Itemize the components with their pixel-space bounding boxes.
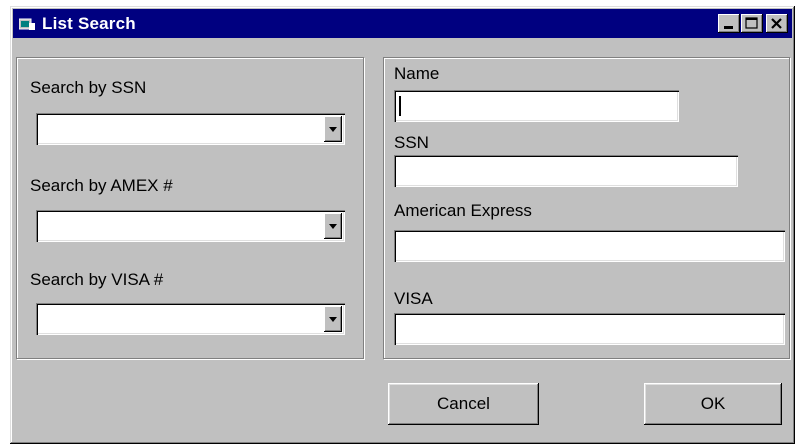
maximize-icon [745,17,758,29]
visa-field[interactable] [394,313,785,345]
window-title: List Search [42,13,136,33]
amex-field[interactable] [394,230,785,262]
visa-label: VISA [394,289,433,308]
chevron-down-icon[interactable] [324,213,342,239]
search-ssn-label: Search by SSN [30,78,147,97]
minimize-button[interactable] [718,14,740,33]
minimize-icon [724,26,733,29]
search-visa-label: Search by VISA # [30,270,164,289]
search-amex-label: Search by AMEX # [30,176,173,195]
maximize-button[interactable] [741,14,763,33]
search-amex-combo[interactable] [36,210,345,242]
app-icon [18,17,37,31]
close-button[interactable] [766,14,788,33]
cancel-button[interactable]: Cancel [388,383,539,425]
search-ssn-combo[interactable] [36,113,345,145]
name-field[interactable] [394,90,679,122]
ssn-field[interactable] [394,155,738,187]
text-caret [399,96,401,116]
amex-label: American Express [394,201,532,220]
title-bar[interactable]: List Search [13,9,792,38]
search-visa-combo[interactable] [36,303,345,335]
close-icon [771,18,782,29]
chevron-down-icon[interactable] [324,306,342,332]
list-search-window: List Search Search by SSN Search by AMEX… [10,6,795,444]
ok-button[interactable]: OK [644,383,782,425]
chevron-down-icon[interactable] [324,116,342,142]
ssn-label: SSN [394,133,429,152]
name-label: Name [394,64,440,83]
